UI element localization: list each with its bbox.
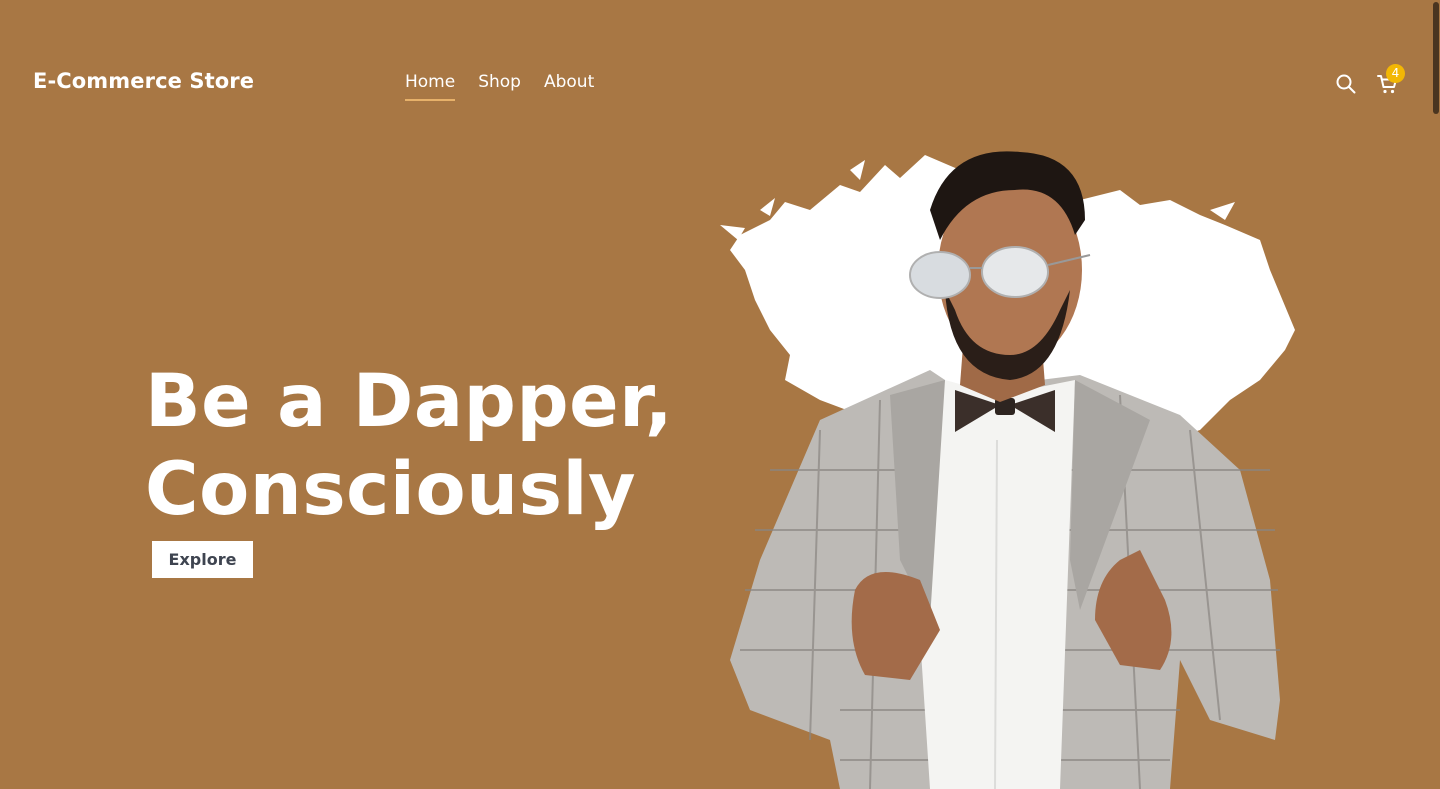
search-icon[interactable] — [1335, 73, 1357, 95]
hero-model-image — [700, 140, 1320, 789]
hero-title-line-2: Consciously — [145, 447, 637, 532]
main-nav: Home Shop About — [405, 72, 594, 101]
page: E-Commerce Store Home Shop About 4 Be a … — [0, 0, 1440, 789]
hero-title: Be a Dapper, Consciously — [145, 358, 673, 534]
nav-shop[interactable]: Shop — [478, 72, 521, 101]
explore-button[interactable]: Explore — [152, 541, 253, 578]
cart-count-badge: 4 — [1386, 64, 1405, 83]
hero-title-line-1: Be a Dapper, — [145, 359, 674, 444]
brand-logo[interactable]: E-Commerce Store — [33, 69, 254, 93]
nav-about[interactable]: About — [544, 72, 594, 101]
scrollbar-thumb[interactable] — [1433, 2, 1439, 114]
nav-home[interactable]: Home — [405, 72, 456, 101]
page-scrollbar[interactable] — [1431, 0, 1440, 789]
